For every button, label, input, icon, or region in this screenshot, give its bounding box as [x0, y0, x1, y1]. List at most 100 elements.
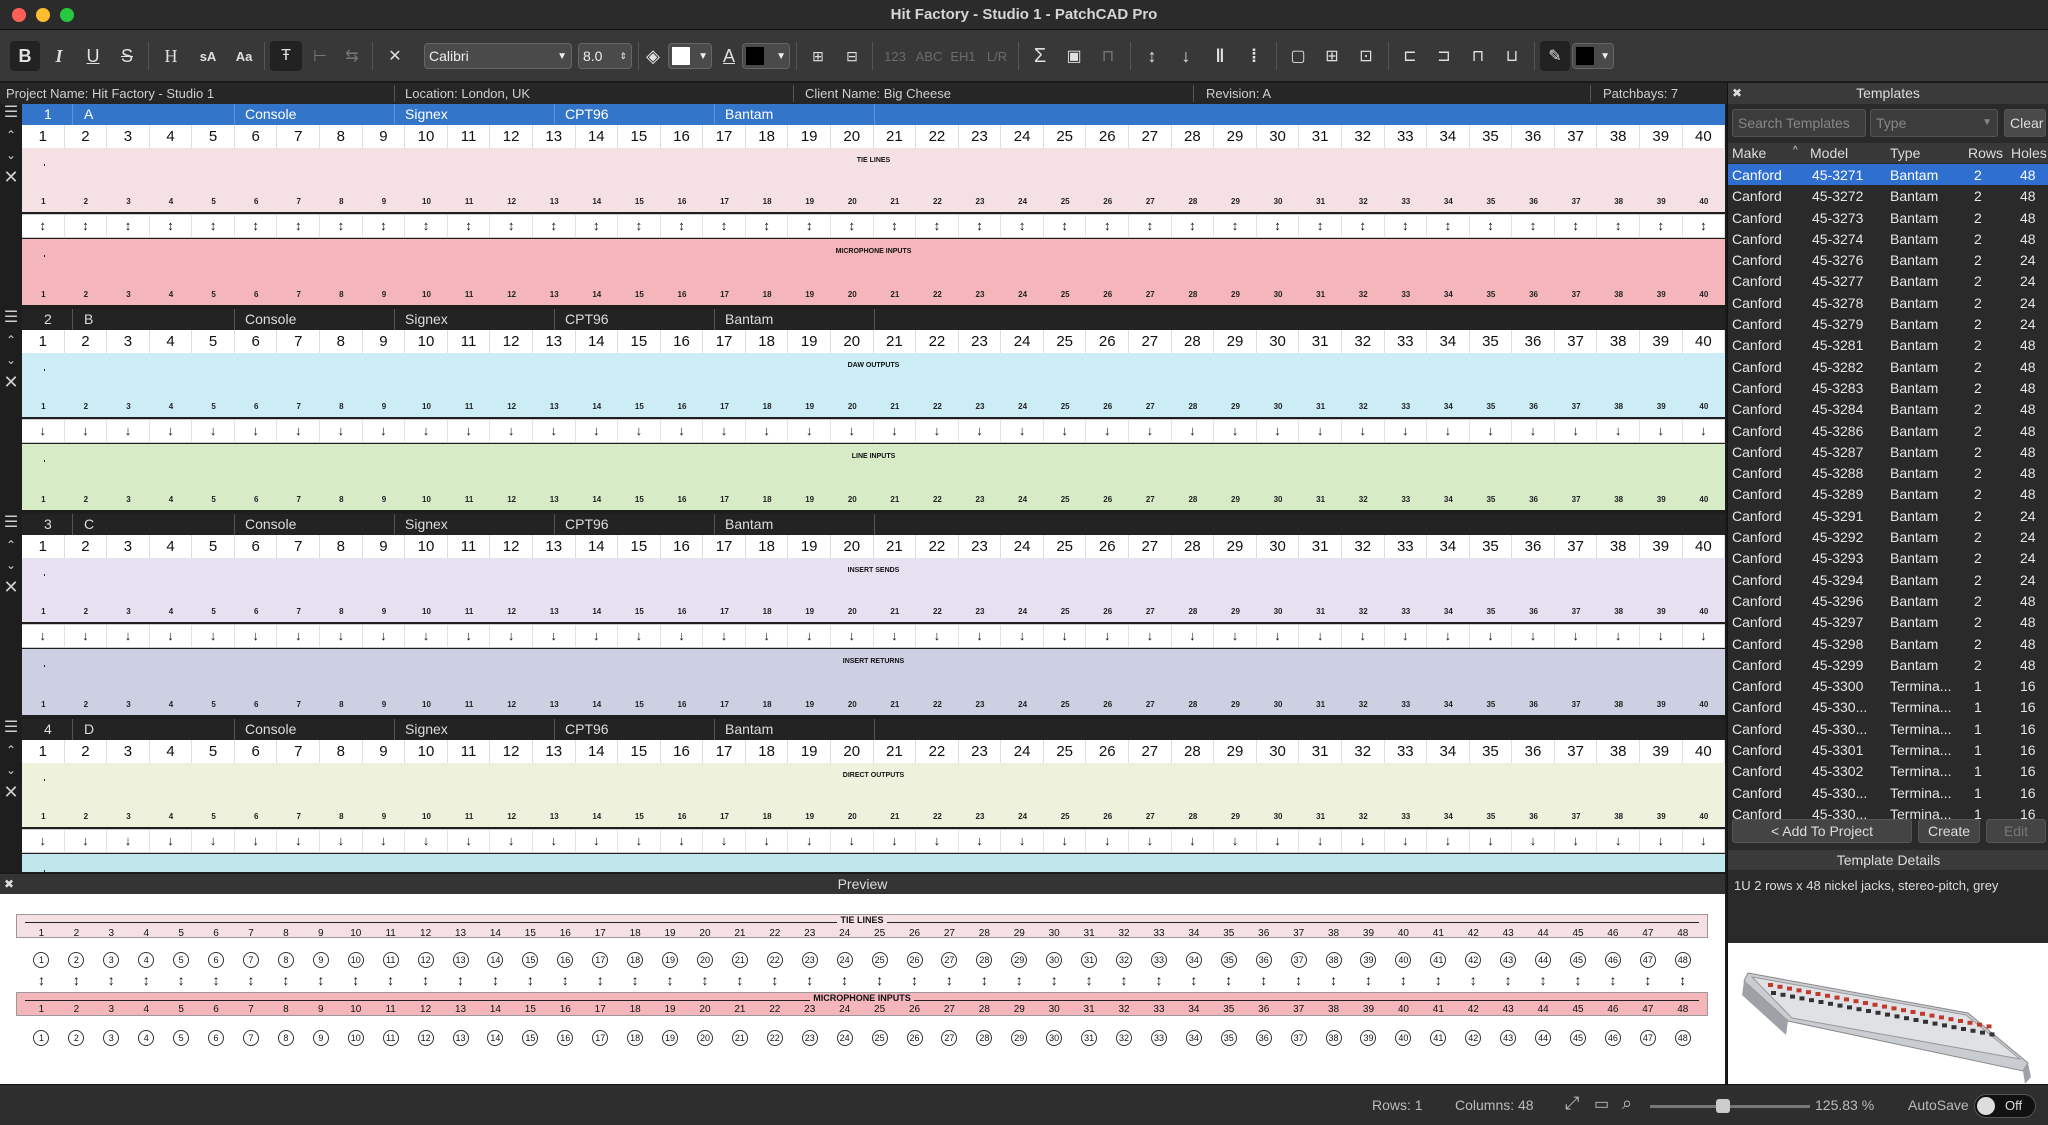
normal-arrow[interactable]: ↓: [22, 420, 65, 442]
normal-arrow[interactable]: ↕: [1086, 215, 1130, 237]
strip-label[interactable]: DAW OUTPUTS: [844, 362, 903, 369]
normal-arrow[interactable]: ↓: [1427, 625, 1470, 647]
normal-arrow[interactable]: ↓: [1512, 420, 1555, 442]
template-row[interactable]: Canford 45-3286 Bantam 2 48: [1728, 420, 2048, 441]
normal-arrow[interactable]: ↓: [618, 830, 661, 852]
patchbay-maker[interactable]: Signex: [405, 106, 448, 122]
normal-arrow[interactable]: ↓: [533, 625, 576, 647]
border-inner-icon[interactable]: ⊡: [1352, 41, 1380, 71]
normal-arrow[interactable]: ↓: [1257, 830, 1300, 852]
template-row[interactable]: Canford 45-3273 Bantam 2 48: [1728, 207, 2048, 228]
patchbay-name[interactable]: A: [84, 106, 93, 122]
patchbay-model[interactable]: CPT96: [565, 516, 609, 532]
normal-arrow[interactable]: ↓: [1683, 830, 1725, 852]
template-row[interactable]: Canford 45-330... Termina... 1 16: [1728, 718, 2048, 739]
drag-handle-icon[interactable]: ☰: [0, 310, 22, 326]
normal-arrow[interactable]: ↓: [1597, 830, 1640, 852]
delete-icon[interactable]: ✕: [0, 373, 22, 391]
minimize-window-button[interactable]: [36, 8, 50, 22]
normal-arrow[interactable]: ↕: [533, 215, 576, 237]
col-holes[interactable]: Holes: [2011, 145, 2047, 161]
patchbay-4[interactable]: ☰ ⌃ ⌄ ✕ 4 D Console Signex CPT96 Bantam …: [0, 719, 1725, 872]
normal-arrow[interactable]: ↕: [576, 215, 619, 237]
normal-arrow[interactable]: ↓: [576, 830, 619, 852]
normal-arrow[interactable]: ↓: [1683, 420, 1725, 442]
close-window-button[interactable]: [12, 8, 26, 22]
normal-arrow[interactable]: ↕: [618, 215, 661, 237]
text-color-swatch[interactable]: ▼: [742, 43, 790, 69]
down-arrow-icon[interactable]: ↓: [1172, 41, 1200, 71]
template-row[interactable]: Canford 45-3274 Bantam 2 48: [1728, 228, 2048, 249]
normal-arrow[interactable]: ↓: [448, 625, 491, 647]
delete-icon[interactable]: ✕: [0, 783, 22, 801]
normal-arrow[interactable]: ↕: [1172, 215, 1215, 237]
normal-arrow[interactable]: ↓: [320, 830, 363, 852]
template-row[interactable]: Canford 45-3293 Bantam 2 24: [1728, 547, 2048, 568]
strip-label[interactable]: INSERT RETURNS: [839, 658, 908, 665]
normal-arrow[interactable]: ↓: [661, 625, 704, 647]
template-row[interactable]: Canford 45-3279 Bantam 2 24: [1728, 313, 2048, 334]
normal-arrow[interactable]: ↓: [1172, 625, 1215, 647]
left-right-button[interactable]: L/R: [982, 41, 1012, 71]
normal-arrow[interactable]: ↕: [277, 215, 321, 237]
template-row[interactable]: Canford 45-3282 Bantam 2 48: [1728, 356, 2048, 377]
patchbay-type[interactable]: Bantam: [725, 311, 773, 327]
normal-arrow[interactable]: ↓: [1555, 625, 1598, 647]
normal-arrow[interactable]: ↓: [1172, 830, 1215, 852]
normal-arrow[interactable]: ↓: [405, 625, 448, 647]
template-row[interactable]: Canford 45-3297 Bantam 2 48: [1728, 611, 2048, 632]
patch-strip-top[interactable]: TIE LINES 1 2 3 4 5 6 7 8 9 10 11 12 13 14 15 16 17 18 19 20…: [22, 148, 1725, 212]
template-row[interactable]: Canford 45-3302 Termina... 1 16: [1728, 760, 2048, 781]
fit-screen-icon[interactable]: ⤢: [1565, 1093, 1579, 1114]
col-make[interactable]: Make: [1732, 145, 1766, 161]
border-right-icon[interactable]: ⊐: [1430, 41, 1458, 71]
normal-arrow[interactable]: ↓: [65, 625, 108, 647]
normal-arrow[interactable]: ↓: [959, 830, 1002, 852]
move-down-icon[interactable]: ⌄: [0, 763, 22, 777]
normal-arrow[interactable]: ↓: [1470, 420, 1513, 442]
normal-arrow[interactable]: ↓: [363, 420, 406, 442]
normal-arrow[interactable]: ↓: [277, 625, 321, 647]
normal-arrow[interactable]: ↓: [788, 625, 831, 647]
split-cells-icon[interactable]: ⊟: [838, 41, 866, 71]
normal-arrow[interactable]: ↓: [959, 420, 1002, 442]
template-row[interactable]: Canford 45-3300 Termina... 1 16: [1728, 675, 2048, 696]
normal-arrow[interactable]: ↓: [788, 830, 831, 852]
normal-arrow[interactable]: ↕: [1640, 215, 1683, 237]
border-top-icon[interactable]: ⊓: [1464, 41, 1492, 71]
template-row[interactable]: Canford 45-3283 Bantam 2 48: [1728, 377, 2048, 398]
patchbay-header[interactable]: 4 D Console Signex CPT96 Bantam: [22, 719, 1725, 740]
bold-button[interactable]: B: [10, 41, 40, 71]
normal-arrow[interactable]: ↓: [1342, 625, 1385, 647]
move-down-icon[interactable]: ⌄: [0, 558, 22, 572]
font-size-stepper[interactable]: 8.0 ⇕: [578, 43, 632, 69]
template-row[interactable]: Canford 45-3294 Bantam 2 24: [1728, 569, 2048, 590]
strikethrough-button[interactable]: S: [114, 41, 140, 71]
normal-arrow[interactable]: ↓: [874, 830, 917, 852]
normal-arrow[interactable]: ↓: [363, 830, 406, 852]
normal-arrow[interactable]: ↓: [1470, 625, 1513, 647]
move-up-icon[interactable]: ⌃: [0, 128, 22, 142]
patchbay-header[interactable]: 1 A Console Signex CPT96 Bantam: [22, 104, 1725, 125]
template-row[interactable]: Canford 45-330... Termina... 1 16: [1728, 696, 2048, 717]
normal-arrow[interactable]: ↕: [1214, 215, 1257, 237]
text-wrap-icon[interactable]: ⇆: [338, 41, 366, 71]
normal-arrow[interactable]: ↕: [1555, 215, 1598, 237]
patch-strip-bottom[interactable]: INSERT RETURNS 1 2 3 4 5 6 7 8 9 10 11 12 13 14 15 16 17 1…: [22, 649, 1725, 715]
normal-arrow[interactable]: ↓: [1512, 830, 1555, 852]
search-templates-input[interactable]: Search Templates: [1732, 109, 1866, 137]
normal-arrow[interactable]: ↓: [916, 830, 959, 852]
normal-arrow[interactable]: ↓: [1129, 830, 1172, 852]
border-bottom-icon[interactable]: ⊔: [1498, 41, 1526, 71]
normal-arrow[interactable]: ↓: [1086, 830, 1130, 852]
template-row[interactable]: Canford 45-3301 Termina... 1 16: [1728, 739, 2048, 760]
close-icon[interactable]: ✖: [4, 874, 14, 894]
italic-button[interactable]: I: [46, 41, 72, 71]
normal-arrow[interactable]: ↓: [1214, 830, 1257, 852]
normal-arrow[interactable]: ↓: [1640, 420, 1683, 442]
normal-arrow[interactable]: ↕: [959, 215, 1002, 237]
normal-arrow[interactable]: ↓: [703, 420, 746, 442]
edit-button[interactable]: Edit: [1986, 819, 2046, 843]
text-middle-align-icon[interactable]: ⊢: [306, 41, 334, 71]
normal-arrow[interactable]: ↓: [618, 625, 661, 647]
